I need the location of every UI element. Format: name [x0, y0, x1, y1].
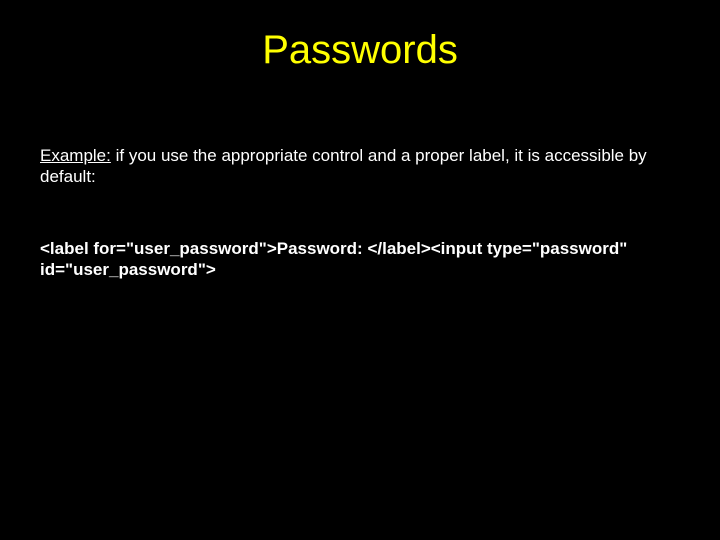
slide: Passwords Example: if you use the approp…: [0, 0, 720, 540]
example-label: Example:: [40, 146, 111, 165]
code-snippet: <label for="user_password">Password: </l…: [0, 238, 720, 281]
slide-title: Passwords: [0, 0, 720, 73]
example-text: if you use the appropriate control and a…: [40, 146, 647, 186]
example-paragraph: Example: if you use the appropriate cont…: [0, 145, 720, 188]
